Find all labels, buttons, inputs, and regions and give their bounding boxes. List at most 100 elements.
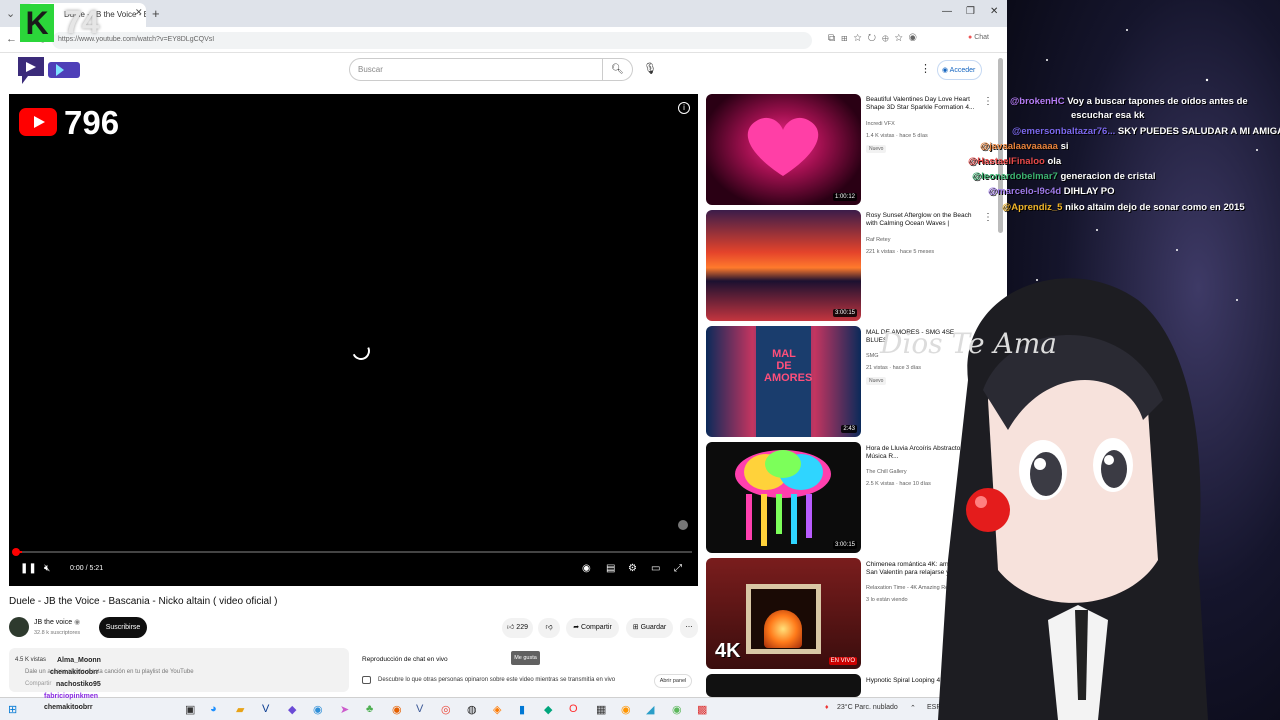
search-button[interactable]: 🔍︎: [603, 58, 633, 81]
weather-text[interactable]: 23°C Parc. nublado: [837, 704, 898, 711]
share-button[interactable]: ➦ Compartir: [566, 618, 619, 638]
verified-icon: ◉: [74, 619, 81, 626]
more-options-icon[interactable]: ⋮: [920, 62, 931, 75]
chat-message: @javaalaavaaaaa si: [980, 141, 1069, 152]
mic-icon[interactable]: 🎙︎: [643, 62, 657, 75]
save-button[interactable]: ⊞ Guardar: [626, 618, 673, 638]
related-meta: 2.5 K vistas · hace 10 días: [866, 481, 931, 487]
thumbs-down-icon: 👎︎: [545, 624, 553, 631]
obs-icon[interactable]: ◍: [467, 703, 477, 716]
channel-avatar[interactable]: [9, 617, 29, 637]
app-icon[interactable]: ▩: [697, 703, 707, 716]
chat-text: SKY PUEDES SALUDAR A MI AMIGA YULI: [1117, 126, 1280, 137]
related-thumbnail[interactable]: 3:00:15: [706, 442, 861, 553]
related-more-icon[interactable]: ⋮: [983, 212, 993, 223]
related-thumbnail[interactable]: MAL DE AMORES 2:43: [706, 326, 861, 437]
chat-username[interactable]: @javaalaavaaaaa: [980, 141, 1061, 152]
related-more-icon[interactable]: ⋮: [983, 96, 993, 107]
related-thumbnail[interactable]: 3:00:15: [706, 210, 861, 321]
minimize-icon[interactable]: —: [942, 6, 952, 17]
related-channel[interactable]: Incredi VFX: [866, 121, 895, 127]
channel-watermark-icon[interactable]: [678, 520, 688, 530]
chat-username[interactable]: @emersonbaltazar76...: [1012, 126, 1118, 137]
description-link[interactable]: Compartir: [25, 681, 51, 687]
app-icon[interactable]: ◈: [493, 703, 501, 716]
chat-button[interactable]: ● Chat: [968, 34, 989, 41]
autoplay-toggle-icon[interactable]: ◉: [582, 563, 591, 574]
browser-icon[interactable]: ◉: [313, 703, 323, 716]
firefox-icon[interactable]: ◉: [392, 703, 402, 716]
chrome-icon[interactable]: ◎: [441, 703, 451, 716]
dios-te-ama-text: Dios Te Ama: [880, 327, 1057, 360]
search-input[interactable]: Buscar: [349, 58, 603, 81]
tray-chevron-icon[interactable]: ⌃: [910, 704, 916, 712]
app-icon[interactable]: ◉: [621, 703, 631, 716]
overlay-username: nachostiko95: [56, 681, 101, 688]
windows-start-icon[interactable]: ⊞: [8, 703, 17, 716]
pause-icon[interactable]: ❚❚: [20, 563, 37, 574]
app-icon[interactable]: V: [416, 703, 423, 715]
app-icon[interactable]: ▮: [519, 703, 525, 716]
new-tab-button[interactable]: +: [152, 6, 160, 21]
fullscreen-icon[interactable]: ⤢: [674, 563, 682, 574]
related-title[interactable]: Beautiful Valentines Day Love Heart Shap…: [866, 96, 976, 112]
chat-text: DIHLAY PO: [1063, 186, 1115, 197]
related-channel[interactable]: The Chill Gallery: [866, 469, 907, 475]
close-tab-icon[interactable]: ✕: [135, 7, 143, 18]
more-actions-button[interactable]: ⋯: [680, 618, 698, 638]
related-channel[interactable]: SMG: [866, 353, 879, 359]
maximize-icon[interactable]: ❐: [966, 6, 975, 17]
related-thumbnail[interactable]: 4K EN VIVO: [706, 558, 861, 669]
app-icon[interactable]: ◢: [646, 703, 654, 716]
back-icon[interactable]: ←: [6, 33, 17, 45]
related-thumbnail[interactable]: 1:00:12: [706, 94, 861, 205]
signin-button[interactable]: ◉ Acceder: [937, 60, 983, 80]
app-icon[interactable]: ◆: [288, 703, 296, 716]
mute-icon[interactable]: 🔇︎: [44, 563, 50, 574]
subscribe-button[interactable]: Suscribirse: [99, 617, 147, 638]
related-channel[interactable]: Raf Retey: [866, 237, 890, 243]
chat-username[interactable]: @leonardobelmar7: [972, 171, 1060, 182]
close-window-icon[interactable]: ✕: [990, 6, 998, 17]
like-button[interactable]: 👍︎ 229: [502, 618, 533, 638]
chat-username[interactable]: @Aprendiz_5: [1002, 202, 1065, 213]
taskbar: ⊞ ▣ ◕ ▰ V ◆ ◉ ➤ ♣ ◉ V ◎ ◍ ◈ ▮ ◆ O ▦ ◉ ◢ …: [0, 697, 1007, 720]
subtitles-icon[interactable]: ▤: [606, 563, 615, 574]
duration-badge: 1:00:12: [832, 193, 857, 201]
chat-username[interactable]: @HastaelFinaloo: [968, 156, 1047, 167]
related-thumbnail[interactable]: [706, 674, 861, 697]
settings-icon[interactable]: ⚙: [628, 563, 637, 574]
opera-icon[interactable]: O: [569, 703, 578, 715]
live-chat-title: Reproducción de chat en vivo: [362, 656, 448, 663]
chat-username[interactable]: @brokenHC: [1010, 96, 1067, 107]
folder-icon[interactable]: ▰: [236, 703, 244, 716]
chat-username[interactable]: @marcelo-l9c4d: [988, 186, 1064, 197]
task-view-icon[interactable]: ▣: [185, 703, 195, 716]
video-player[interactable]: 796 i ❚❚ 🔇︎ 0:00 / 5:21 ◉ ▤ ⚙ ▭ ⤢: [9, 94, 698, 586]
chat-icon: [362, 676, 371, 684]
theater-mode-icon[interactable]: ▭: [651, 563, 660, 574]
chat-message: @emersonbaltazar76... SKY PUEDES SALUDAR…: [1012, 126, 1280, 137]
vegas-icon[interactable]: V: [262, 703, 269, 715]
related-title[interactable]: Rosy Sunset Afterglow on the Beach with …: [866, 212, 976, 228]
open-panel-button[interactable]: Abrir panel: [654, 674, 692, 688]
app-icon[interactable]: ➤: [340, 703, 349, 716]
url-field[interactable]: https://www.youtube.com/watch?v=EY8DLgCQ…: [52, 32, 812, 49]
app-icon[interactable]: ♣: [366, 703, 373, 715]
scrubber-handle[interactable]: [12, 548, 20, 556]
account-icon: ◉: [942, 67, 949, 74]
chat-button-label: Chat: [974, 34, 989, 41]
toolbar-icons[interactable]: ⧉⊞☆↻⊕☆◉: [828, 33, 923, 44]
save-icon: ⊞: [632, 624, 639, 631]
edge-icon[interactable]: ◕: [210, 703, 217, 715]
kick-logo: [18, 57, 80, 84]
tab-list-icon[interactable]: ⌄: [6, 7, 15, 20]
dislike-button[interactable]: 👎︎: [538, 618, 560, 638]
app-icon[interactable]: ◆: [544, 703, 552, 716]
progress-bar[interactable]: [15, 551, 692, 553]
app-icon[interactable]: ◉: [672, 703, 682, 716]
info-icon[interactable]: i: [678, 102, 690, 114]
channel-name[interactable]: JB the voice ◉: [34, 618, 80, 626]
app-icon[interactable]: ▦: [596, 703, 606, 716]
duration-badge: 2:43: [841, 425, 857, 433]
